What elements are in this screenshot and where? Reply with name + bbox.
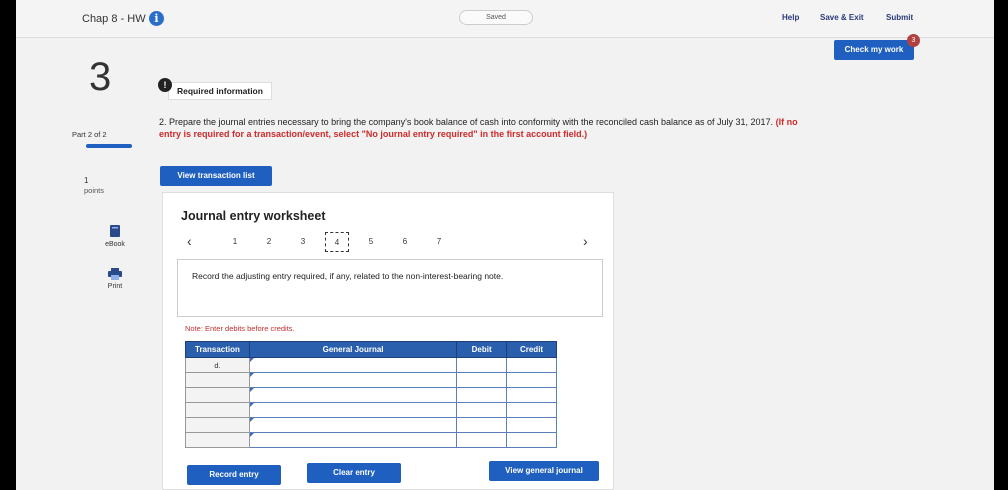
col-general-journal: General Journal bbox=[248, 341, 458, 358]
debit-field[interactable] bbox=[456, 402, 508, 418]
ebook-label: eBook bbox=[105, 241, 125, 248]
assignment-title: Chap 8 - HW bbox=[82, 13, 146, 25]
page-7[interactable]: 7 bbox=[427, 237, 451, 246]
account-field[interactable] bbox=[248, 432, 458, 448]
next-arrow-icon[interactable]: › bbox=[583, 233, 588, 249]
journal-table: Transaction General Journal Debit Credit… bbox=[185, 341, 557, 448]
clear-entry-button[interactable]: Clear entry bbox=[307, 463, 401, 483]
check-my-work-button[interactable]: Check my work bbox=[834, 40, 914, 60]
entry-pager: ‹ 1 2 3 4 5 6 7 › bbox=[183, 231, 595, 253]
credit-field[interactable] bbox=[506, 357, 557, 373]
app-screen: Chap 8 - HW i Saved Help Save & Exit Sub… bbox=[16, 0, 994, 490]
page-6[interactable]: 6 bbox=[393, 237, 417, 246]
view-general-journal-button[interactable]: View general journal bbox=[489, 461, 599, 481]
table-row bbox=[185, 432, 557, 448]
credit-field[interactable] bbox=[506, 417, 557, 433]
question-number: 3 bbox=[89, 55, 112, 99]
help-link[interactable]: Help bbox=[782, 13, 799, 22]
instructions: 2. Prepare the journal entries necessary… bbox=[159, 116, 819, 140]
top-bar: Chap 8 - HW i Saved Help Save & Exit Sub… bbox=[16, 0, 994, 38]
journal-worksheet: Journal entry worksheet ‹ 1 2 3 4 5 6 7 … bbox=[162, 192, 614, 490]
save-exit-link[interactable]: Save & Exit bbox=[820, 13, 864, 22]
account-field[interactable] bbox=[248, 417, 458, 433]
printer-icon bbox=[108, 268, 122, 280]
transaction-cell bbox=[185, 417, 250, 433]
col-credit: Credit bbox=[506, 341, 557, 358]
view-transaction-list-button[interactable]: View transaction list bbox=[160, 166, 272, 186]
debit-field[interactable] bbox=[456, 372, 508, 388]
account-field[interactable] bbox=[248, 372, 458, 388]
page-4[interactable]: 4 bbox=[325, 232, 349, 252]
worksheet-title: Journal entry worksheet bbox=[181, 209, 326, 223]
debit-field[interactable] bbox=[456, 357, 508, 373]
transaction-cell bbox=[185, 372, 250, 388]
debit-field[interactable] bbox=[456, 387, 508, 403]
transaction-cell bbox=[185, 387, 250, 403]
part-indicator: Part 2 of 2 bbox=[72, 130, 107, 139]
submit-link[interactable]: Submit bbox=[886, 13, 913, 22]
credit-field[interactable] bbox=[506, 402, 557, 418]
book-icon bbox=[110, 225, 120, 237]
page-2[interactable]: 2 bbox=[257, 237, 281, 246]
credit-field[interactable] bbox=[506, 387, 557, 403]
page-3[interactable]: 3 bbox=[291, 237, 315, 246]
transaction-cell bbox=[185, 432, 250, 448]
table-row bbox=[185, 402, 557, 418]
ebook-tool[interactable]: eBook bbox=[92, 224, 138, 248]
entry-prompt: Record the adjusting entry required, if … bbox=[177, 259, 603, 317]
debit-field[interactable] bbox=[456, 432, 508, 448]
table-row bbox=[185, 417, 557, 433]
saved-status: Saved bbox=[459, 10, 533, 25]
instruction-text: 2. Prepare the journal entries necessary… bbox=[159, 117, 774, 127]
print-tool[interactable]: Print bbox=[92, 268, 138, 290]
account-field[interactable] bbox=[248, 387, 458, 403]
record-entry-button[interactable]: Record entry bbox=[187, 465, 281, 485]
alert-icon: ! bbox=[158, 78, 172, 92]
col-debit: Debit bbox=[456, 341, 508, 358]
required-info-label[interactable]: Required information bbox=[168, 82, 272, 100]
credit-field[interactable] bbox=[506, 372, 557, 388]
info-icon[interactable]: i bbox=[149, 11, 164, 26]
page-1[interactable]: 1 bbox=[223, 237, 247, 246]
points-value: 1 bbox=[84, 176, 89, 185]
account-field[interactable] bbox=[248, 357, 458, 373]
print-label: Print bbox=[107, 283, 123, 290]
check-count-badge: 3 bbox=[907, 34, 920, 47]
debit-field[interactable] bbox=[456, 417, 508, 433]
table-row bbox=[185, 387, 557, 403]
transaction-cell bbox=[185, 402, 250, 418]
page-5[interactable]: 5 bbox=[359, 237, 383, 246]
prev-arrow-icon[interactable]: ‹ bbox=[187, 233, 192, 249]
credit-field[interactable] bbox=[506, 432, 557, 448]
part-progress-bar bbox=[86, 144, 132, 148]
debit-credit-note: Note: Enter debits before credits. bbox=[185, 324, 295, 333]
table-row bbox=[185, 372, 557, 388]
table-row: d. bbox=[185, 357, 557, 373]
transaction-cell: d. bbox=[185, 357, 250, 373]
col-transaction: Transaction bbox=[185, 341, 250, 358]
account-field[interactable] bbox=[248, 402, 458, 418]
points-label: points bbox=[84, 186, 105, 195]
